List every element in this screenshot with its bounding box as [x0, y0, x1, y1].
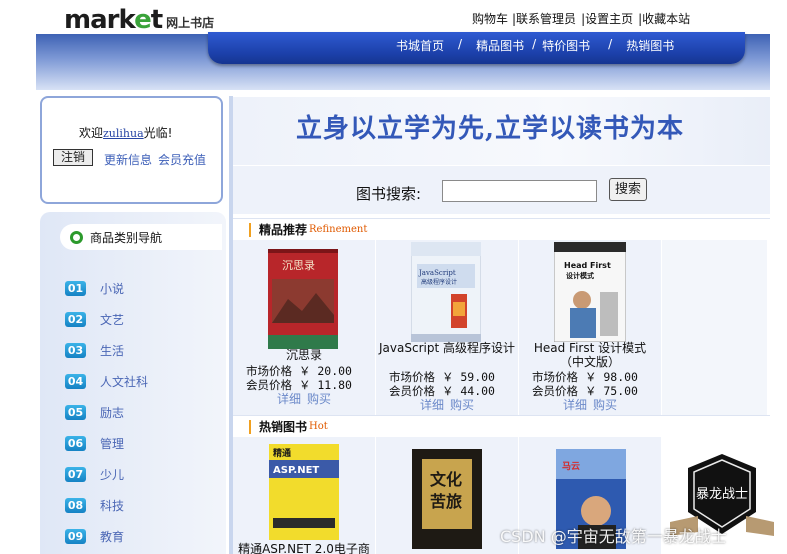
category-item[interactable]: 01 小说	[65, 280, 124, 297]
category-number: 06	[65, 436, 86, 451]
bookstore-page: market 网上书店 购物车 |联系管理员 |设置主页 |收藏本站 书城首页 …	[0, 0, 787, 554]
search-input[interactable]	[442, 180, 597, 202]
category-item[interactable]: 04 人文社科	[65, 373, 148, 390]
category-number: 07	[65, 467, 86, 482]
category-item[interactable]: 03 生活	[65, 342, 124, 359]
category-item[interactable]: 05 励志	[65, 404, 124, 421]
buy-link[interactable]: 购买	[450, 398, 474, 412]
nav-separator: /	[532, 37, 537, 51]
svg-text:精通: 精通	[273, 447, 291, 459]
featured-title: 精品推荐	[259, 223, 308, 237]
welcome-suffix: 光临!	[143, 126, 173, 140]
section-marker	[249, 419, 251, 434]
nav-special[interactable]: 特价图书	[542, 37, 590, 54]
search-label: 图书搜索:	[356, 185, 422, 203]
svg-text:马云: 马云	[562, 461, 580, 472]
category-label: 文艺	[100, 313, 125, 327]
detail-link[interactable]: 详细	[277, 392, 301, 406]
welcome-message: 欢迎zulihua光临!	[79, 124, 172, 141]
svg-text:文化: 文化	[430, 470, 462, 489]
category-label: 管理	[100, 437, 125, 451]
book-actions: 详细 购买	[277, 390, 337, 407]
category-label: 励志	[100, 406, 125, 420]
category-item[interactable]: 02 文艺	[65, 311, 124, 328]
featured-section-header: 精品推荐 Refinement	[233, 218, 770, 240]
category-number: 09	[65, 529, 86, 544]
bookmark-link[interactable]: |收藏本站	[638, 10, 690, 27]
search-button[interactable]: 搜索	[609, 178, 647, 201]
main-nav: 书城首页 / 精品图书 / 特价图书 / 热销图书	[396, 37, 674, 54]
book-cover-image[interactable]: 文化 苦旅	[412, 449, 482, 549]
category-item[interactable]: 09 教育	[65, 528, 124, 545]
category-header: 商品类别导航	[60, 224, 222, 250]
welcome-prefix: 欢迎	[79, 126, 104, 140]
category-title: 商品类别导航	[90, 230, 163, 245]
category-item[interactable]: 06 管理	[65, 435, 124, 452]
book-cover-image[interactable]: 精通 ASP.NET	[269, 444, 339, 540]
book-actions: 详细 购买	[420, 396, 480, 413]
svg-text:设计模式: 设计模式	[566, 271, 594, 280]
hot-section-header: 热销图书 Hot	[233, 415, 770, 437]
book-card-empty	[662, 240, 767, 415]
book-cover-image[interactable]: 沉思录	[268, 249, 338, 349]
category-item[interactable]: 07 少儿	[65, 466, 124, 483]
buy-link[interactable]: 购买	[593, 398, 617, 412]
category-label: 教育	[100, 530, 125, 544]
category-number: 01	[65, 281, 86, 296]
category-item[interactable]: 08 科技	[65, 497, 124, 514]
featured-subtitle: Refinement	[309, 224, 368, 235]
category-number: 02	[65, 312, 86, 327]
book-cover-image[interactable]: JavaScript 高级程序设计	[411, 242, 481, 342]
svg-text:苦旅: 苦旅	[430, 492, 462, 511]
contact-admin-link[interactable]: |联系管理员	[512, 10, 576, 27]
svg-text:Head First: Head First	[564, 261, 611, 270]
update-info-link[interactable]: 更新信息	[104, 151, 152, 168]
bullet-icon	[70, 230, 83, 244]
buy-link[interactable]: 购买	[307, 392, 331, 406]
username[interactable]: zulihua	[103, 127, 144, 140]
site-logo[interactable]: market 网上书店	[64, 4, 214, 34]
book-title[interactable]: 沉思录	[233, 348, 375, 362]
svg-text:ASP.NET: ASP.NET	[273, 465, 319, 476]
category-label: 生活	[100, 344, 125, 358]
nav-featured[interactable]: 精品图书	[476, 37, 524, 54]
detail-link[interactable]: 详细	[420, 398, 444, 412]
category-label: 少儿	[100, 468, 125, 482]
book-title[interactable]: 精通ASP.NET 2.0电子商	[236, 542, 372, 554]
nav-hot[interactable]: 热销图书	[626, 37, 674, 54]
category-label: 人文社科	[100, 375, 149, 389]
category-number: 05	[65, 405, 86, 420]
book-title[interactable]: JavaScript 高级程序设计	[378, 341, 516, 355]
category-number: 03	[65, 343, 86, 358]
logo-subtitle: 网上书店	[166, 16, 215, 30]
svg-text:JavaScript: JavaScript	[418, 269, 456, 277]
nav-home[interactable]: 书城首页	[396, 37, 444, 54]
book-actions: 详细 购买	[563, 396, 623, 413]
csdn-watermark: CSDN @宇宙无敌第一暴龙战士	[500, 527, 727, 546]
svg-text:高级程序设计: 高级程序设计	[421, 278, 457, 286]
recharge-link[interactable]: 会员充值	[158, 151, 206, 168]
detail-link[interactable]: 详细	[563, 398, 587, 412]
nav-separator: /	[458, 37, 463, 51]
logout-button[interactable]: 注销	[53, 149, 93, 166]
book-title[interactable]: Head First 设计模式（中文版）	[523, 341, 657, 369]
category-label: 小说	[100, 282, 125, 296]
section-marker	[249, 222, 251, 237]
logo-word: market	[64, 5, 163, 35]
cart-link[interactable]: 购物车	[472, 10, 508, 27]
hot-subtitle: Hot	[309, 421, 328, 432]
welcome-panel: 欢迎zulihua光临! 注销 更新信息 会员充值	[40, 96, 223, 204]
svg-text:暴龙战士: 暴龙战士	[696, 487, 748, 502]
set-homepage-link[interactable]: |设置主页	[581, 10, 633, 27]
slogan-text: 立身以立学为先,立学以读书为本	[296, 114, 685, 144]
category-number: 04	[65, 374, 86, 389]
category-number: 08	[65, 498, 86, 513]
hot-title: 热销图书	[259, 420, 308, 434]
category-label: 科技	[100, 499, 125, 513]
svg-text:沉思录: 沉思录	[282, 259, 315, 272]
nav-separator: /	[608, 37, 613, 51]
top-links: 购物车 |联系管理员 |设置主页 |收藏本站	[472, 10, 691, 27]
book-cover-image[interactable]: Head First 设计模式	[554, 242, 626, 342]
